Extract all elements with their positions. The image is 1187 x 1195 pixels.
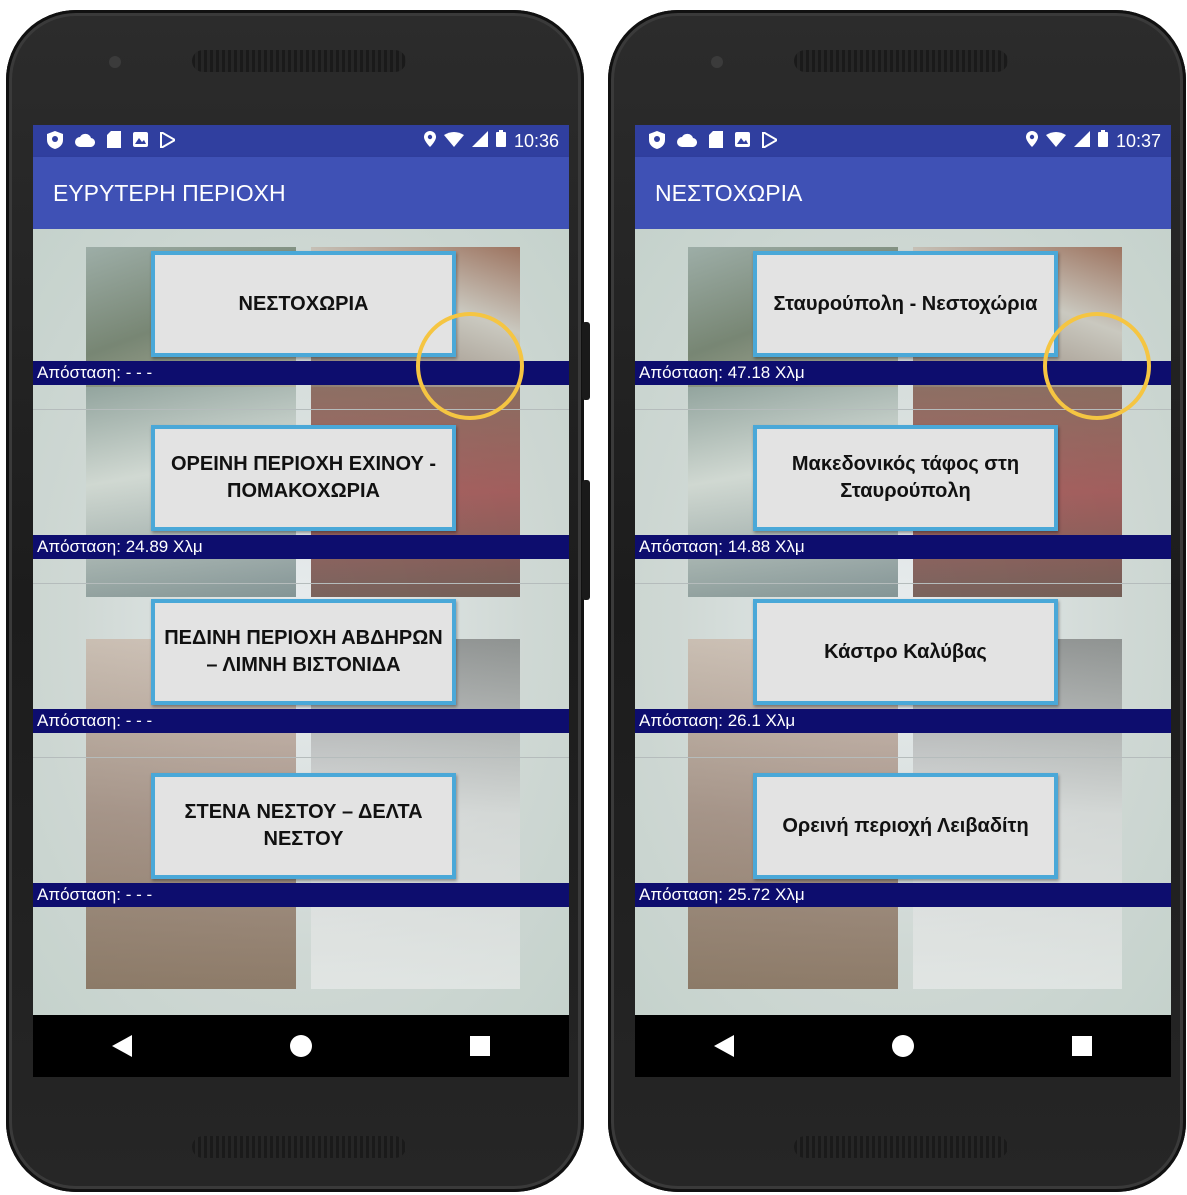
photo-icon bbox=[735, 132, 750, 150]
power-button bbox=[582, 322, 590, 400]
region-button-avdira[interactable]: ΠΕΔΙΝΗ ΠΕΡΙΟΧΗ ΑΒΔΗΡΩΝ – ΛΙΜΝΗ ΒΙΣΤΟΝΙΔΑ bbox=[151, 599, 456, 705]
signal-icon bbox=[471, 130, 488, 152]
app-title: ΕΥΡΥΤΕΡΗ ΠΕΡΙΟΧΗ bbox=[33, 157, 569, 229]
screen-right: 10:37 ΝΕΣΤΟΧΩΡΙΑ Σταυρούπολη - Νεστοχώρι… bbox=[635, 125, 1171, 1077]
cloud-icon bbox=[75, 133, 96, 150]
navigation-bar bbox=[33, 1015, 569, 1077]
earpiece-speaker bbox=[794, 50, 1008, 72]
back-icon[interactable] bbox=[102, 1026, 142, 1066]
distance-label: Απόσταση: 25.72 Χλμ bbox=[635, 883, 1171, 907]
distance-label: Απόσταση: - - - bbox=[33, 709, 569, 733]
recents-icon[interactable] bbox=[1062, 1026, 1102, 1066]
region-button-echinos[interactable]: ΟΡΕΙΝΗ ΠΕΡΙΟΧΗ ΕΧΙΝΟΥ - ΠΟΜΑΚΟΧΩΡΙΑ bbox=[151, 425, 456, 531]
front-camera bbox=[711, 56, 723, 68]
location-icon bbox=[1025, 130, 1038, 152]
play-store-icon bbox=[762, 129, 780, 151]
bottom-speaker bbox=[794, 1136, 1008, 1158]
divider bbox=[635, 583, 1171, 584]
phone-right: 10:37 ΝΕΣΤΟΧΩΡΙΑ Σταυρούπολη - Νεστοχώρι… bbox=[608, 10, 1186, 1192]
place-button-macedonian-tomb[interactable]: Μακεδονικός τάφος στη Σταυρούπολη bbox=[753, 425, 1058, 531]
app-title: ΝΕΣΤΟΧΩΡΙΑ bbox=[635, 157, 1171, 229]
battery-icon bbox=[1097, 130, 1108, 152]
sd-card-icon bbox=[709, 131, 723, 151]
cloud-icon bbox=[677, 133, 698, 150]
highlight-circle bbox=[1043, 312, 1151, 420]
wifi-icon bbox=[443, 131, 464, 152]
region-button-nestos[interactable]: ΣΤΕΝΑ ΝΕΣΤΟΥ – ΔΕΛΤΑ ΝΕΣΤΟΥ bbox=[151, 773, 456, 879]
front-camera bbox=[109, 56, 121, 68]
navigation-bar bbox=[635, 1015, 1171, 1077]
region-button-nestochoria[interactable]: ΝΕΣΤΟΧΩΡΙΑ bbox=[151, 251, 456, 357]
divider bbox=[33, 583, 569, 584]
status-time: 10:37 bbox=[1115, 130, 1161, 151]
shield-icon bbox=[47, 130, 63, 152]
place-button-kalyva-castle[interactable]: Κάστρο Καλύβας bbox=[753, 599, 1058, 705]
screen-left: 10:36 ΕΥΡΥΤΕΡΗ ΠΕΡΙΟΧΗ ΝΕΣΤΟΧΩΡΙΑ Απόστα… bbox=[33, 125, 569, 1077]
battery-icon bbox=[495, 130, 506, 152]
distance-label: Απόσταση: - - - bbox=[33, 883, 569, 907]
back-icon[interactable] bbox=[704, 1026, 744, 1066]
distance-label: Απόσταση: 24.89 Χλμ bbox=[33, 535, 569, 559]
status-time: 10:36 bbox=[513, 130, 559, 151]
phone-left: 10:36 ΕΥΡΥΤΕΡΗ ΠΕΡΙΟΧΗ ΝΕΣΤΟΧΩΡΙΑ Απόστα… bbox=[6, 10, 590, 1192]
home-icon[interactable] bbox=[281, 1026, 321, 1066]
place-button-leivaditis[interactable]: Ορεινή περιοχή Λειβαδίτη bbox=[753, 773, 1058, 879]
recents-icon[interactable] bbox=[460, 1026, 500, 1066]
distance-label: Απόσταση: 26.1 Χλμ bbox=[635, 709, 1171, 733]
wifi-icon bbox=[1045, 131, 1066, 152]
location-icon bbox=[423, 130, 436, 152]
divider bbox=[635, 757, 1171, 758]
status-bar: 10:37 bbox=[635, 125, 1171, 157]
status-bar: 10:36 bbox=[33, 125, 569, 157]
distance-label: Απόσταση: 14.88 Χλμ bbox=[635, 535, 1171, 559]
bottom-speaker bbox=[192, 1136, 406, 1158]
volume-button bbox=[582, 480, 590, 600]
photo-icon bbox=[133, 132, 148, 150]
home-icon[interactable] bbox=[883, 1026, 923, 1066]
shield-icon bbox=[649, 130, 665, 152]
signal-icon bbox=[1073, 130, 1090, 152]
earpiece-speaker bbox=[192, 50, 406, 72]
sd-card-icon bbox=[107, 131, 121, 151]
play-store-icon bbox=[160, 129, 178, 151]
place-button-stavroupoli[interactable]: Σταυρούπολη - Νεστοχώρια bbox=[753, 251, 1058, 357]
highlight-circle bbox=[416, 312, 524, 420]
divider bbox=[33, 757, 569, 758]
